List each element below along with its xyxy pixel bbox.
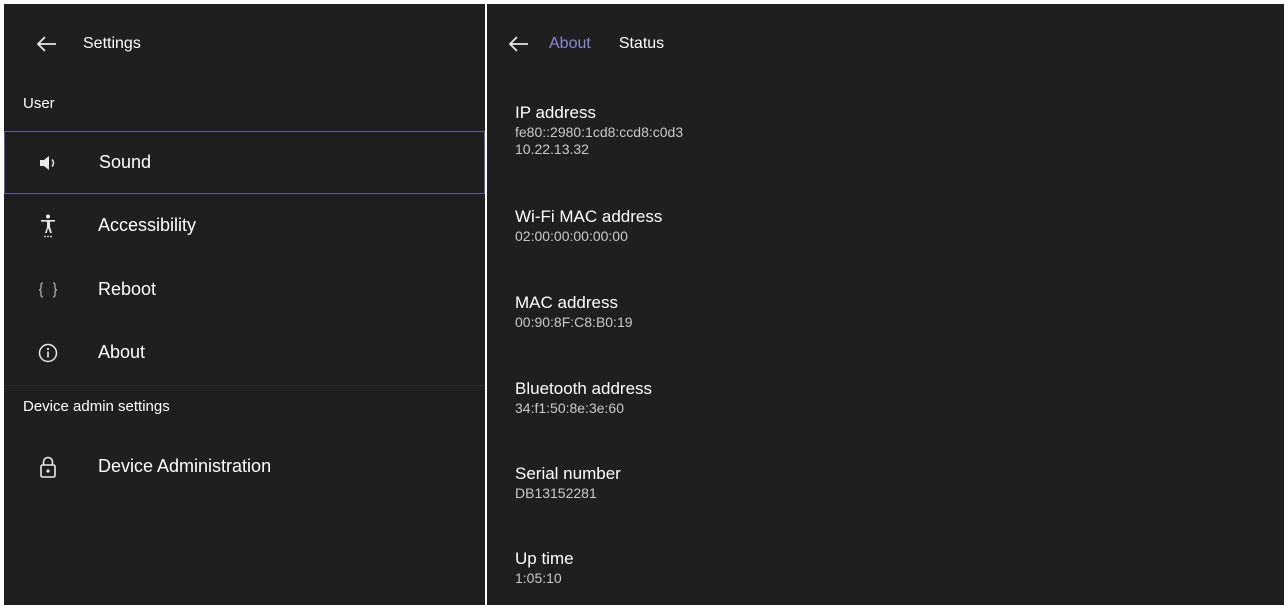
lock-icon	[37, 456, 59, 478]
info-value: 02:00:00:00:00:00	[515, 228, 628, 244]
section-header-user: User	[23, 95, 55, 112]
speaker-icon	[38, 152, 60, 174]
status-pane: About Status IP address fe80::2980:1cd8:…	[487, 4, 1284, 605]
menu-item-sound[interactable]: Sound	[4, 131, 485, 194]
menu-item-accessibility[interactable]: Accessibility	[4, 194, 485, 257]
info-serial-number: Serial number DB13152281	[515, 463, 621, 502]
info-value: 10.22.13.32	[515, 141, 589, 157]
info-label: Up time	[515, 549, 574, 568]
menu-item-label: Accessibility	[98, 215, 197, 235]
info-value: 34:f1:50:8e:3e:60	[515, 400, 624, 416]
back-arrow-icon[interactable]	[37, 33, 59, 55]
menu-item-device-administration[interactable]: Device Administration	[4, 435, 485, 498]
menu-item-label: Device Administration	[98, 456, 272, 476]
menu-item-label: About	[98, 342, 146, 362]
info-label: IP address	[515, 103, 596, 122]
info-label: Wi-Fi MAC address	[515, 207, 663, 226]
menu-item-label: Sound	[99, 152, 152, 172]
menu-item-label: Reboot	[98, 279, 157, 299]
info-mac-address: MAC address 00:90:8F:C8:B0:19	[515, 292, 633, 331]
menu-item-reboot[interactable]: Reboot	[4, 258, 485, 321]
settings-pane: Settings User Sound Accessibility Reboot…	[4, 4, 485, 605]
info-label: Bluetooth address	[515, 379, 653, 398]
info-value: fe80::2980:1cd8:ccd8:c0d3	[515, 124, 684, 140]
settings-header: Settings	[4, 4, 485, 84]
section-header-device-admin: Device admin settings	[23, 398, 170, 415]
info-value: 1:05:10	[515, 570, 562, 586]
breadcrumb-status: Status	[618, 35, 665, 52]
info-wifi-mac-address: Wi-Fi MAC address 02:00:00:00:00:00	[515, 206, 662, 245]
info-label: MAC address	[515, 293, 618, 312]
info-up-time: Up time 1:05:10	[515, 548, 574, 587]
info-ip-address: IP address fe80::2980:1cd8:ccd8:c0d3 10.…	[515, 102, 683, 158]
info-icon	[37, 342, 59, 364]
info-value: 00:90:8F:C8:B0:19	[515, 314, 633, 330]
info-label: Serial number	[515, 464, 621, 483]
info-bluetooth-address: Bluetooth address 34:f1:50:8e:3e:60	[515, 378, 652, 417]
info-value: DB13152281	[515, 485, 597, 501]
status-header: About Status	[487, 4, 1284, 84]
section-divider	[4, 385, 485, 386]
back-arrow-icon[interactable]	[509, 33, 531, 55]
menu-item-about[interactable]: About	[4, 321, 485, 384]
breadcrumb-about[interactable]: About	[549, 35, 591, 53]
accessibility-icon	[37, 214, 59, 237]
braces-icon	[37, 279, 59, 301]
page-title: Settings	[83, 35, 141, 52]
